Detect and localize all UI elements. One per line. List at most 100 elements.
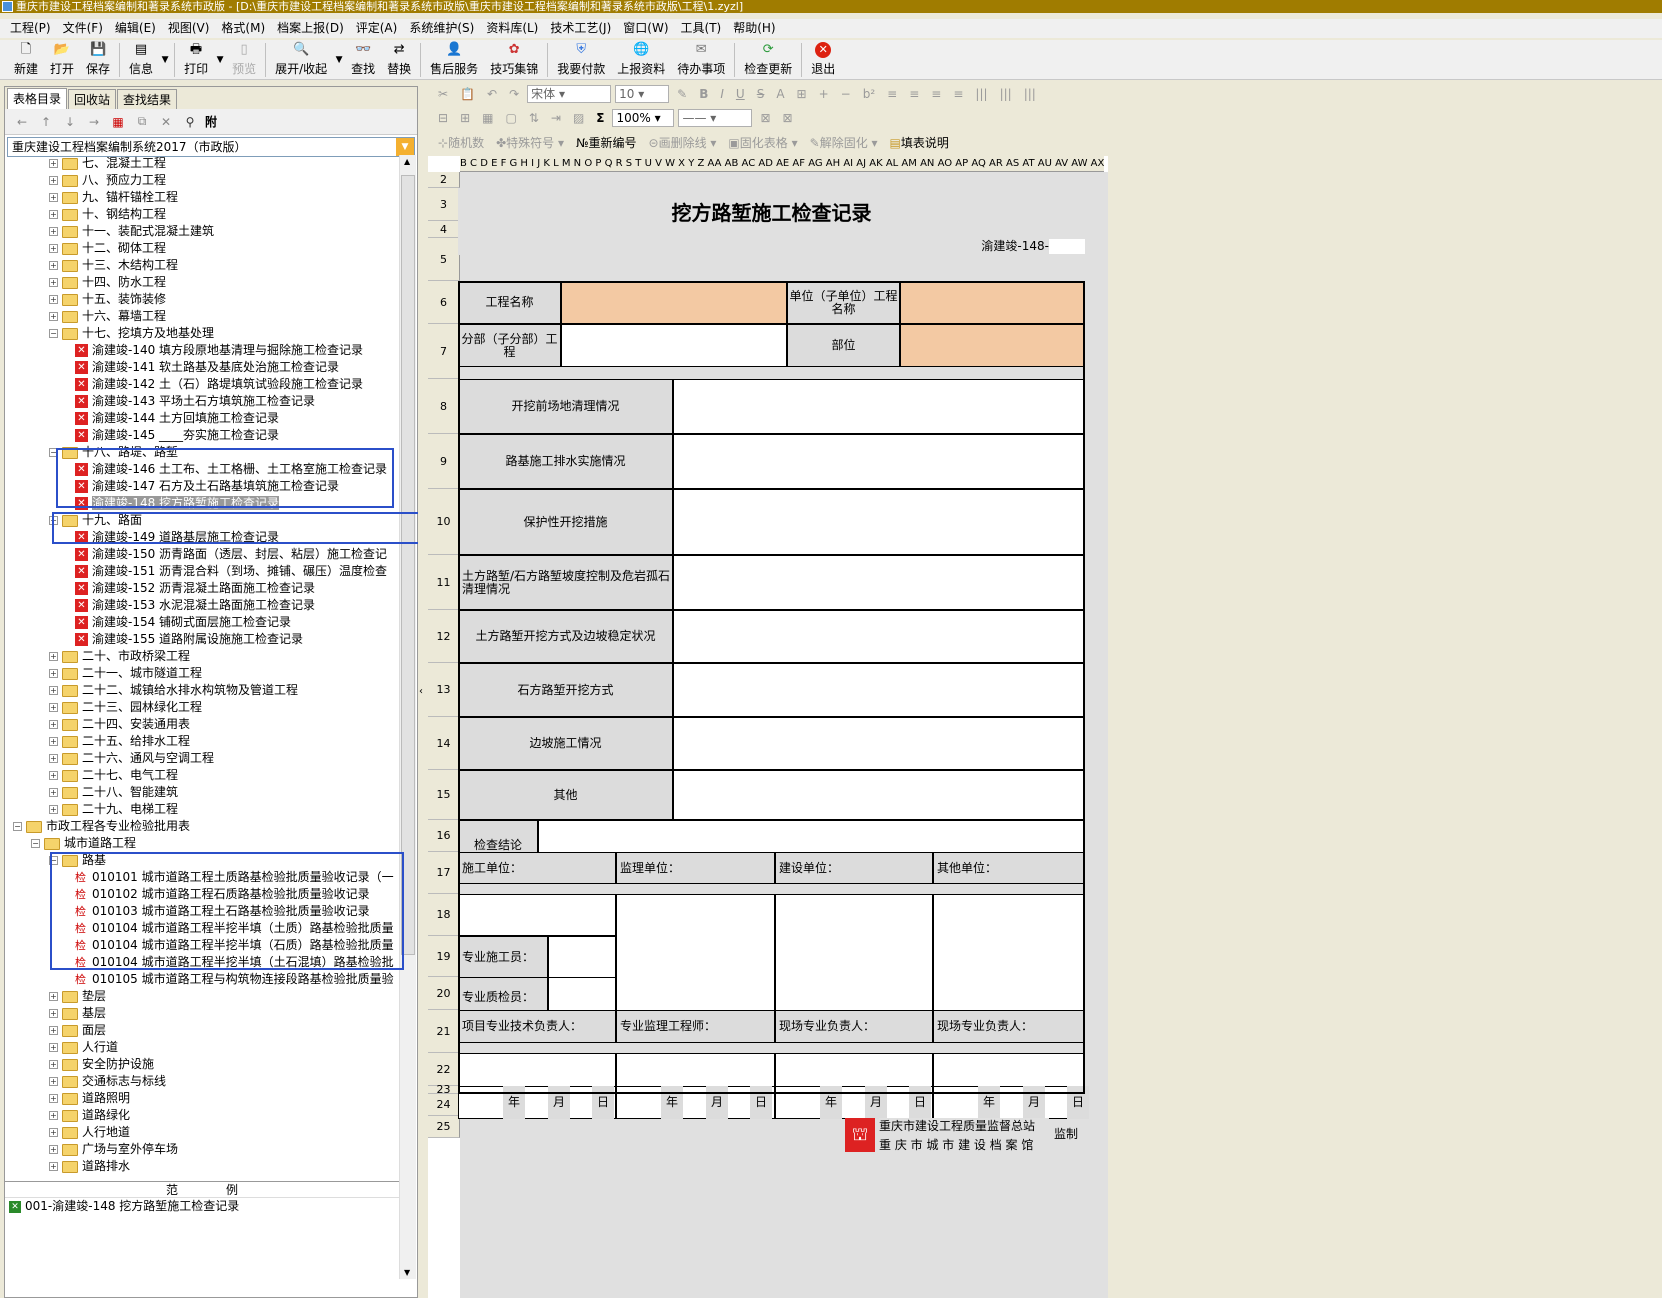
bold-icon[interactable]: B [695,87,712,101]
indent-icon[interactable]: ⇥ [547,111,565,125]
new-button[interactable]: 🗋 新建 [8,40,44,78]
tree-folder[interactable]: + 道路排水 [49,1158,130,1175]
row-header[interactable]: 9 [428,434,460,489]
construction-staff-field[interactable] [548,936,616,978]
expand-toggle-icon[interactable]: + [49,737,58,746]
menu-item[interactable]: 技术工艺(J) [544,19,617,38]
print-dropdown-arrow[interactable]: ▼ [214,40,226,79]
up-arrow-icon[interactable]: ↑ [37,113,55,131]
cut-icon[interactable]: ✂ [434,87,452,101]
tree-folder[interactable]: + 二十一、城市隧道工程 [49,665,202,682]
menu-item[interactable]: 编辑(E) [109,19,162,38]
tree-folder[interactable]: + 道路绿化 [49,1107,130,1124]
menu-item[interactable]: 资料库(L) [480,19,544,38]
row-header[interactable]: 22 [428,1053,460,1086]
row-header[interactable]: 2 [428,172,460,188]
tree-item[interactable]: ✕ 渝建竣-143 平场土石方填筑施工检查记录 [75,393,315,410]
tree-folder[interactable]: − 十七、挖填方及地基处理 [49,325,214,342]
expand-toggle-icon[interactable]: + [49,278,58,287]
collapse-arrow-icon[interactable]: ‹ [419,686,423,697]
paste-icon[interactable]: 📋 [456,87,479,101]
row-header[interactable]: 4 [428,221,460,238]
strikethrough-icon[interactable]: S̶ [753,87,769,101]
tree-folder[interactable]: + 二十二、城镇给水排水构筑物及管道工程 [49,682,298,699]
tree-item[interactable]: ✕ 渝建竣-140 填方段原地基清理与掘除施工检查记录 [75,342,363,359]
expand-dropdown-arrow[interactable]: ▼ [333,40,345,79]
row-header[interactable]: 15 [428,770,460,820]
tree-folder[interactable]: − 市政工程各专业检验批用表 [13,818,190,835]
merge-icon[interactable]: ⊞ [456,111,474,125]
font-select[interactable]: 宋体 ▾ [527,85,612,103]
expand-toggle-icon[interactable]: + [49,1128,58,1137]
delete-icon[interactable]: ✕ [157,113,175,131]
tree-folder[interactable]: + 二十六、通风与空调工程 [49,750,214,767]
tree-scrollbar[interactable]: ▲ ▼ [399,155,416,1279]
panel-splitter[interactable]: ‹ [418,86,428,1298]
row-header[interactable]: 21 [428,1010,460,1053]
scrollbar-thumb[interactable] [401,175,415,955]
division-field[interactable] [561,324,787,367]
menu-item[interactable]: 工程(P) [4,19,57,38]
barcode-icon[interactable]: ||| [971,87,991,101]
tree-folder[interactable]: + 广场与室外停车场 [49,1141,178,1158]
preview-button[interactable]: ▯ 预览 [226,40,262,78]
tree-folder[interactable]: + 十三、木结构工程 [49,257,178,274]
tree-folder[interactable]: + 交通标志与标线 [49,1073,166,1090]
tree-folder[interactable]: + 二十、市政桥梁工程 [49,648,190,665]
left-arrow-icon[interactable]: ← [13,113,31,131]
expand-toggle-icon[interactable]: + [49,992,58,1001]
expand-toggle-icon[interactable]: + [49,1094,58,1103]
subscript-icon[interactable]: ⊞ [793,87,811,101]
row-header[interactable]: 3 [428,188,460,221]
barcode-icon[interactable]: ||| [1020,87,1040,101]
menu-item[interactable]: 窗口(W) [617,19,674,38]
tree-folder[interactable]: + 九、锚杆锚栓工程 [49,189,178,206]
menu-item[interactable]: 系统维护(S) [403,19,480,38]
row-header[interactable]: 10 [428,489,460,555]
tab-recycle-bin[interactable]: 回收站 [68,89,117,109]
info-dropdown-arrow[interactable]: ▼ [159,40,171,79]
row-header[interactable]: 14 [428,717,460,770]
expand-toggle-icon[interactable]: + [49,720,58,729]
font-color-icon[interactable]: A [772,87,788,101]
tree-item[interactable]: ✕ 渝建竣-141 软土路基及基底处治施工检查记录 [75,359,339,376]
table-icon[interactable]: ▦ [478,111,497,125]
tree-folder[interactable]: + 安全防护设施 [49,1056,154,1073]
menu-item[interactable]: 评定(A) [350,19,404,38]
check-item-field[interactable] [673,434,1085,489]
check-item-field[interactable] [673,489,1085,555]
expand-toggle-icon[interactable]: + [49,210,58,219]
menu-item[interactable]: 格式(M) [215,19,271,38]
menu-item[interactable]: 文件(F) [57,19,109,38]
open-button[interactable]: 📂 打开 [44,40,80,78]
tree-item[interactable]: ✕ 渝建竣-150 沥青路面（透层、封层、粘层）施工检查记 [75,546,387,563]
part-field[interactable] [900,324,1085,367]
expand-toggle-icon[interactable]: + [49,1026,58,1035]
tree-folder[interactable]: + 二十五、给排水工程 [49,733,190,750]
redo-icon[interactable]: ↷ [505,87,523,101]
expand-toggle-icon[interactable]: + [49,193,58,202]
expand-toggle-icon[interactable]: + [49,788,58,797]
expand-toggle-icon[interactable]: + [49,159,58,168]
pay-button[interactable]: ⛨ 我要付款 [551,40,611,78]
tree-folder[interactable]: + 道路照明 [49,1090,130,1107]
tips-button[interactable]: ✿ 技巧集锦 [484,40,544,78]
row-header[interactable]: 18 [428,894,460,936]
sign-area[interactable] [458,894,616,936]
tree-folder[interactable]: + 二十四、安装通用表 [49,716,190,733]
underline-icon[interactable]: U [732,87,749,101]
row-header[interactable]: 8 [428,379,460,434]
expand-toggle-icon[interactable]: + [49,703,58,712]
exit-button[interactable]: ✕ 退出 [805,40,841,78]
tree-folder[interactable]: + 七、混凝土工程 [49,155,166,172]
row-header[interactable]: 5 [428,238,460,281]
expand-toggle-icon[interactable]: + [49,1060,58,1069]
strike-line-button[interactable]: ⊝画删除线 ▾ [645,134,721,151]
tree-item[interactable]: ✕ 渝建竣-152 沥青混凝土路面施工检查记录 [75,580,315,597]
date-field[interactable] [933,1086,1085,1119]
tree-folder[interactable]: + 二十七、电气工程 [49,767,178,784]
paint-icon[interactable]: ✎ [673,87,691,101]
row-header[interactable]: 23 [428,1083,460,1096]
expand-toggle-icon[interactable]: + [49,754,58,763]
attach-icon[interactable]: ⚲ [181,113,199,131]
